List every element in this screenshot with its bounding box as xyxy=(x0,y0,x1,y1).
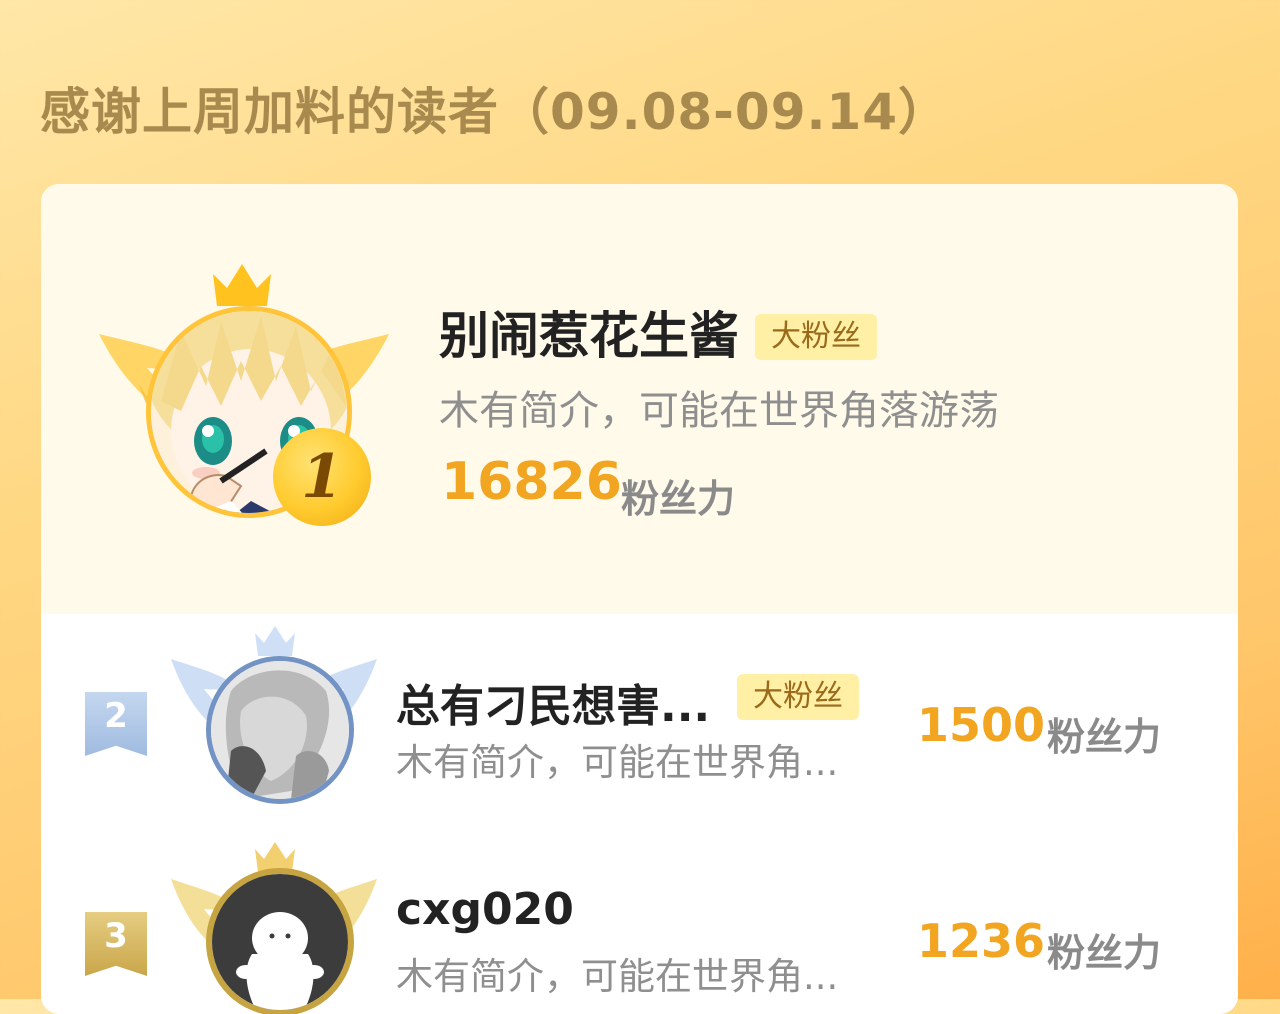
reader-1-name[interactable]: 别闹惹花生酱 xyxy=(439,296,739,368)
reader-2-fan-badge: 大粉丝 xyxy=(737,674,859,720)
sketch-portrait-avatar-icon xyxy=(211,661,349,799)
reader-1-bio: 木有简介，可能在世界角落游荡 xyxy=(439,388,999,434)
reader-row-3[interactable]: 3 cxg020 木有简介，可能在世界角... 1236 粉丝力 xyxy=(41,834,1238,1014)
reader-2-avatar[interactable] xyxy=(206,656,354,804)
reader-row-2[interactable]: 2 总有刁民想害... 大粉丝 木有简介，可能在世界角... 1500 粉丝力 xyxy=(41,614,1238,824)
reader-2-score-unit: 粉丝力 xyxy=(1047,715,1162,759)
reader-2-name[interactable]: 总有刁民想害... xyxy=(396,670,710,734)
reader-1-score: 16826 xyxy=(441,452,622,512)
reader-3-bio: 木有简介，可能在世界角... xyxy=(396,955,839,998)
reader-3-score-unit: 粉丝力 xyxy=(1047,931,1162,975)
reader-3-name[interactable]: cxg020 xyxy=(396,884,574,935)
page-title: 感谢上周加料的读者（09.08-09.14） xyxy=(40,83,950,141)
reader-1-fan-badge: 大粉丝 xyxy=(755,314,877,360)
rank-2-ribbon: 2 xyxy=(85,692,147,756)
reader-3-score: 1236 xyxy=(917,914,1046,968)
silver-crown-icon xyxy=(255,626,295,656)
leaderboard-card: 1 别闹惹花生酱 大粉丝 木有简介，可能在世界角落游荡 16826 粉丝力 2 … xyxy=(41,184,1238,1014)
reader-2-bio: 木有简介，可能在世界角... xyxy=(396,741,839,784)
crown-icon xyxy=(213,264,271,306)
rank-3-ribbon: 3 xyxy=(85,912,147,976)
top-reader-section[interactable]: 1 别闹惹花生酱 大粉丝 木有简介，可能在世界角落游荡 16826 粉丝力 xyxy=(41,184,1238,614)
default-ghost-avatar-icon xyxy=(212,874,348,1010)
rank-1-medal: 1 xyxy=(273,428,371,526)
reader-2-score: 1500 xyxy=(917,698,1046,752)
reader-1-score-unit: 粉丝力 xyxy=(621,477,736,521)
reader-3-avatar[interactable] xyxy=(206,868,354,1014)
